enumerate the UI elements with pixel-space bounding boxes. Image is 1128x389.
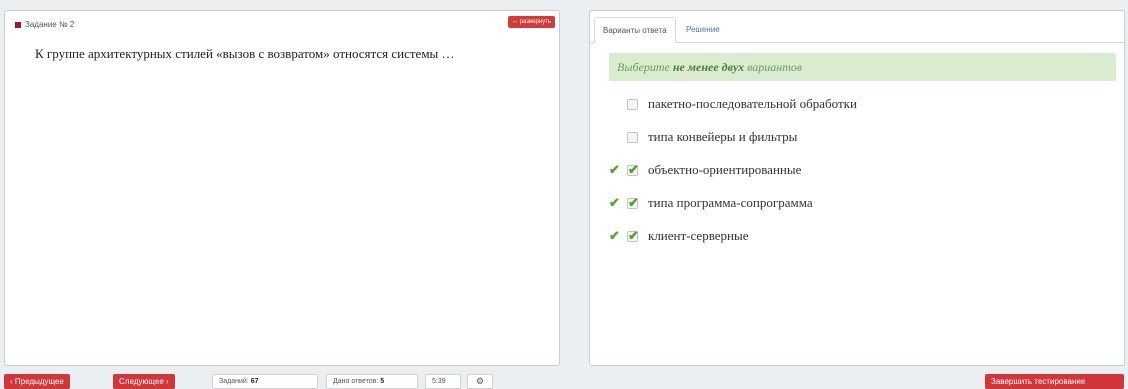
option-checkbox[interactable]: [627, 162, 639, 178]
option-label: пакетно-последовательной обработки: [648, 96, 857, 111]
option-checkbox[interactable]: [627, 98, 638, 110]
answer-option[interactable]: пакетно-последовательной обработки: [609, 95, 857, 113]
task-label-text: Задание № 2: [25, 20, 75, 29]
answer-option[interactable]: ✔ типа программа-сопрограмма: [609, 194, 813, 212]
answers-count-value: 5: [380, 378, 385, 385]
answer-option[interactable]: типа конвейеры и фильтры: [609, 128, 797, 146]
tab-solution[interactable]: Решение: [678, 17, 728, 43]
footer-bar: ‹ Предыдущее Следующее › Заданий: 67 Дан…: [0, 374, 1128, 389]
option-label: типа конвейеры и фильтры: [648, 129, 798, 144]
option-label: типа программа-сопрограмма: [648, 195, 813, 210]
correct-mark-icon: ✔: [609, 162, 620, 177]
answer-tabs: Варианты ответа Решение: [590, 11, 1124, 43]
question-text: К группе архитектурных стилей «вызов с в…: [35, 46, 455, 61]
hint-suffix: вариантов: [744, 60, 803, 74]
option-label: объектно-ориентированные: [648, 162, 802, 177]
answers-count-label: Дано ответов:: [333, 378, 381, 385]
next-button[interactable]: Следующее ›: [113, 374, 175, 389]
selection-hint: Выберите не менее двух вариантов: [609, 53, 1116, 81]
task-label: Задание № 2: [15, 20, 74, 29]
option-label: клиент-серверные: [648, 228, 749, 243]
task-marker-icon: [15, 21, 21, 28]
timer: 5:39: [425, 374, 461, 389]
answer-option[interactable]: ✔ объектно-ориентированные: [609, 161, 801, 179]
tasks-count: Заданий: 67: [212, 374, 318, 389]
hint-prefix: Выберите: [617, 60, 673, 74]
answer-option[interactable]: ✔ клиент-серверные: [609, 227, 749, 245]
correct-mark-icon: ✔: [609, 228, 620, 243]
settings-gear-icon[interactable]: ⚙: [467, 374, 493, 389]
correct-mark-icon: ✔: [609, 195, 620, 210]
question-panel: Задание № 2 ⇔ развернуть К группе архите…: [4, 10, 560, 366]
answer-panel: Варианты ответа Решение Выберите не мене…: [589, 10, 1125, 366]
answers-count: Дано ответов: 5: [326, 374, 418, 389]
hint-bold: не менее двух: [672, 60, 745, 74]
tasks-count-label: Заданий:: [219, 378, 251, 385]
previous-button[interactable]: ‹ Предыдущее: [4, 374, 70, 389]
option-checkbox[interactable]: [627, 131, 638, 143]
tab-answer-options[interactable]: Варианты ответа: [594, 17, 676, 43]
expand-button[interactable]: ⇔ развернуть: [507, 16, 555, 28]
tasks-count-value: 67: [250, 378, 259, 385]
option-checkbox[interactable]: [627, 228, 639, 244]
finish-test-button[interactable]: Завершить тестирование: [985, 374, 1124, 389]
option-checkbox[interactable]: [627, 195, 639, 211]
